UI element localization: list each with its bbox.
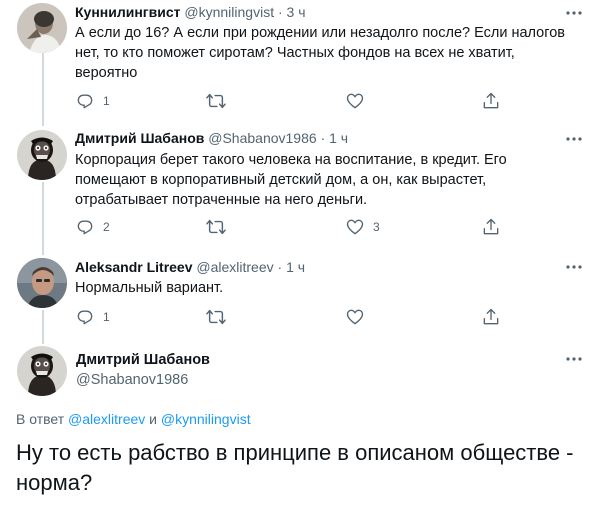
tweet-text: Корпорация берет такого человека на восп… [75, 152, 507, 208]
reply-and: и [149, 411, 157, 427]
retweet-icon [205, 307, 227, 327]
reply-icon [75, 307, 95, 327]
reply-context: В ответ @alexlitreev и @kynnilingvist [16, 410, 251, 428]
reply-count: 1 [103, 310, 110, 324]
more-icon[interactable] [564, 131, 584, 147]
like-button[interactable] [345, 306, 373, 328]
author-handle[interactable]: @Shabanov1986 [208, 130, 316, 146]
separator-dot: · [277, 259, 283, 275]
reply-icon [75, 217, 95, 237]
tweet-actions: 1 [75, 90, 575, 112]
author-name[interactable]: Aleksandr Litreev [75, 259, 193, 275]
thread-line [42, 52, 44, 126]
heart-icon [345, 217, 365, 237]
retweet-button[interactable] [205, 306, 235, 328]
like-button[interactable] [345, 90, 373, 112]
author-name[interactable]: Куннилингвист [75, 4, 181, 20]
heart-icon [345, 91, 365, 111]
tweet-time[interactable]: 1 ч [329, 130, 348, 146]
author-handle[interactable]: @Shabanov1986 [76, 371, 188, 389]
thread-line [42, 310, 44, 344]
retweet-button[interactable] [205, 216, 235, 238]
avatar[interactable] [17, 346, 67, 396]
share-button[interactable] [481, 306, 501, 328]
more-icon[interactable] [564, 351, 584, 367]
share-icon [481, 307, 501, 327]
author-name[interactable]: Дмитрий Шабанов [76, 351, 210, 369]
share-button[interactable] [481, 216, 501, 238]
tweet-time[interactable]: 3 ч [287, 4, 306, 20]
tweet-actions: 1 [75, 306, 575, 328]
reply-button[interactable]: 2 [75, 216, 110, 238]
reply-prefix: В ответ [16, 411, 65, 427]
thread-line [42, 182, 44, 255]
share-button[interactable] [481, 90, 501, 112]
tweet-header: Aleksandr Litreev @alexlitreev · 1 ч [75, 257, 305, 277]
focused-tweet-text: Ну то есть рабство в принципе в описаном… [16, 440, 574, 495]
reply-button[interactable]: 1 [75, 306, 110, 328]
retweet-button[interactable] [205, 90, 235, 112]
reply-count: 1 [103, 94, 110, 108]
author-handle[interactable]: @kynnilingvist [184, 4, 274, 20]
tweet-text: Нормальный вариант. [75, 280, 224, 296]
retweet-icon [205, 217, 227, 237]
share-icon [481, 217, 501, 237]
avatar[interactable] [17, 258, 67, 308]
tweet-header: Дмитрий Шабанов @Shabanov1986 · 1 ч [75, 128, 348, 148]
tweet-text: А если до 16? А если при рождении или не… [75, 25, 565, 81]
retweet-icon [205, 91, 227, 111]
reply-icon [75, 91, 95, 111]
separator-dot: · [320, 130, 326, 146]
reply-user-link[interactable]: @alexlitreev [68, 411, 145, 427]
tweet-header: Куннилингвист @kynnilingvist · 3 ч [75, 2, 306, 22]
author-handle[interactable]: @alexlitreev [196, 259, 273, 275]
reply-button[interactable]: 1 [75, 90, 110, 112]
share-icon [481, 91, 501, 111]
like-button[interactable]: 3 [345, 216, 380, 238]
author-name[interactable]: Дмитрий Шабанов [75, 130, 204, 146]
avatar[interactable] [17, 3, 67, 53]
tweet-actions: 2 3 [75, 216, 575, 238]
tweet-time[interactable]: 1 ч [286, 259, 305, 275]
separator-dot: · [277, 4, 283, 20]
avatar[interactable] [17, 130, 67, 180]
like-count: 3 [373, 220, 380, 234]
more-icon[interactable] [564, 5, 584, 21]
reply-user-link[interactable]: @kynnilingvist [161, 411, 251, 427]
reply-count: 2 [103, 220, 110, 234]
more-icon[interactable] [564, 259, 584, 275]
heart-icon [345, 307, 365, 327]
